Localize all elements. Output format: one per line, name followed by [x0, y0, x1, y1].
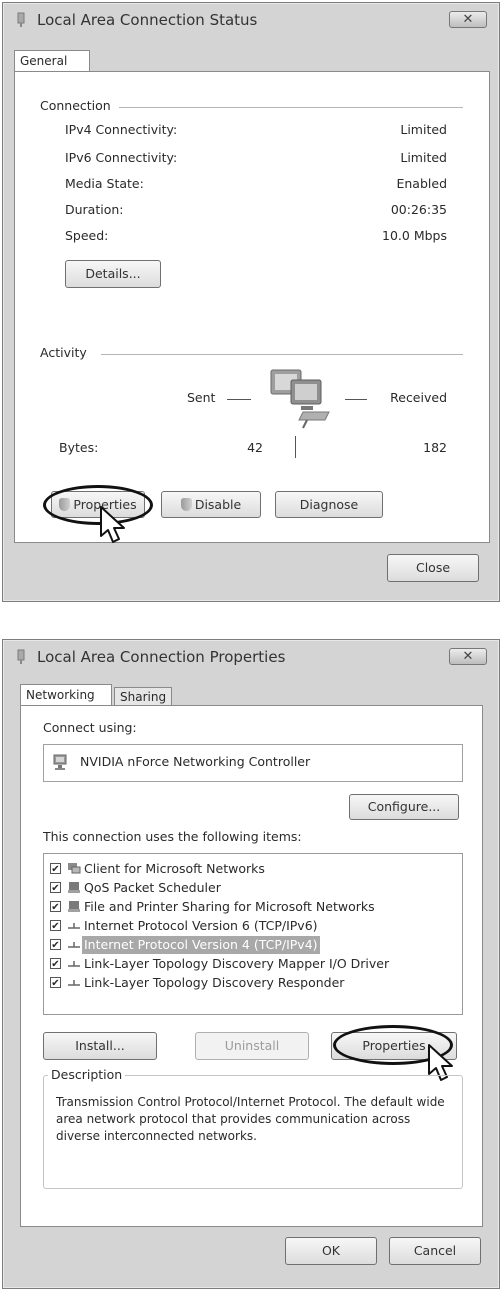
- ipv4-connectivity-label: IPv4 Connectivity:: [65, 122, 178, 137]
- ipv6-connectivity-label: IPv6 Connectivity:: [65, 150, 178, 165]
- description-group-label: Description: [48, 1067, 126, 1082]
- list-item-label: Link-Layer Topology Discovery Mapper I/O…: [84, 956, 390, 971]
- connection-group-label: Connection: [37, 98, 114, 113]
- list-item-label: QoS Packet Scheduler: [84, 880, 221, 895]
- network-adapter-icon: [53, 754, 67, 770]
- details-button[interactable]: Details...: [65, 260, 161, 288]
- ipv6-connectivity-value: Limited: [400, 150, 447, 165]
- install-button[interactable]: Install...: [43, 1032, 157, 1060]
- checkbox[interactable]: ✔: [50, 863, 61, 875]
- tab-networking[interactable]: Networking: [20, 684, 112, 706]
- bytes-label: Bytes:: [59, 440, 99, 455]
- connect-using-label: Connect using:: [43, 720, 137, 735]
- bytes-sent-value: 42: [247, 440, 263, 455]
- protocol-icon: [68, 923, 80, 929]
- status-titlebar: Local Area Connection Status ✕: [3, 3, 499, 37]
- description-group: Description Transmission Control Protoco…: [43, 1067, 463, 1189]
- checkbox[interactable]: ✔: [50, 901, 61, 913]
- service-icon: [68, 901, 80, 912]
- network-connection-icon: [17, 12, 25, 27]
- list-item-label-selected: Internet Protocol Version 4 (TCP/IPv4): [82, 936, 320, 954]
- diagnose-button[interactable]: Diagnose: [275, 491, 383, 518]
- adapter-name: NVIDIA nForce Networking Controller: [80, 754, 311, 769]
- items-label: This connection uses the following items…: [43, 829, 302, 844]
- status-close-icon[interactable]: ✕: [449, 11, 487, 28]
- list-item-label: Client for Microsoft Networks: [84, 861, 265, 876]
- tab-general[interactable]: General: [14, 50, 90, 72]
- duration-value: 00:26:35: [390, 202, 447, 217]
- sent-connector-line: [227, 399, 251, 400]
- properties-dialog-title: Local Area Connection Properties: [37, 648, 286, 666]
- media-state-value: Enabled: [396, 176, 447, 191]
- description-text: Transmission Control Protocol/Internet P…: [56, 1095, 445, 1143]
- components-list[interactable]: ✔ Client for Microsoft Networks ✔ QoS Pa…: [43, 853, 463, 1015]
- properties-close-icon[interactable]: ✕: [449, 648, 487, 665]
- received-connector-line: [345, 399, 367, 400]
- disable-label: Disable: [194, 497, 242, 512]
- speed-value: 10.0 Mbps: [382, 228, 447, 243]
- protocol-icon: [68, 942, 80, 948]
- duration-label: Duration:: [65, 202, 124, 217]
- checkbox[interactable]: ✔: [50, 882, 61, 894]
- adapter-field: NVIDIA nForce Networking Controller: [43, 744, 463, 782]
- cancel-button[interactable]: Cancel: [389, 1237, 481, 1265]
- bytes-received-value: 182: [423, 440, 447, 455]
- tab-sharing[interactable]: Sharing: [114, 687, 172, 706]
- checkbox[interactable]: ✔: [50, 920, 61, 932]
- bytes-divider: [295, 436, 296, 458]
- protocol-icon: [68, 961, 80, 967]
- received-label: Received: [390, 390, 447, 405]
- list-item-label: Link-Layer Topology Discovery Responder: [84, 975, 345, 990]
- uac-shield-icon: [180, 498, 192, 511]
- disable-button[interactable]: Disable: [161, 491, 261, 518]
- list-item-label: Internet Protocol Version 6 (TCP/IPv6): [84, 918, 318, 933]
- checkbox[interactable]: ✔: [50, 977, 61, 989]
- network-connection-icon: [17, 649, 25, 664]
- checkbox[interactable]: ✔: [50, 939, 61, 951]
- close-button[interactable]: Close: [387, 554, 479, 582]
- mouse-cursor-icon: [100, 506, 125, 543]
- media-state-label: Media State:: [65, 176, 144, 191]
- speed-label: Speed:: [65, 228, 109, 243]
- connection-group-divider: [119, 107, 463, 108]
- status-dialog-title: Local Area Connection Status: [37, 11, 258, 29]
- network-client-icon: [68, 863, 81, 874]
- ipv4-connectivity-value: Limited: [400, 122, 447, 137]
- properties-titlebar: Local Area Connection Properties ✕: [3, 640, 499, 674]
- uninstall-button[interactable]: Uninstall: [195, 1032, 309, 1060]
- service-icon: [68, 882, 80, 893]
- networking-panel: Connect using: NVIDIA nForce Networking …: [20, 705, 483, 1227]
- status-general-panel: Connection IPv4 Connectivity: Limited IP…: [14, 71, 490, 543]
- status-dialog: Local Area Connection Status ✕ General C…: [2, 2, 500, 602]
- checkbox[interactable]: ✔: [50, 958, 61, 970]
- ok-button[interactable]: OK: [285, 1237, 377, 1265]
- activity-group-divider: [101, 354, 463, 355]
- protocol-icon: [68, 980, 80, 986]
- configure-button[interactable]: Configure...: [349, 794, 459, 820]
- list-item-label: File and Printer Sharing for Microsoft N…: [84, 899, 375, 914]
- sent-label: Sent: [187, 390, 216, 405]
- properties-dialog: Local Area Connection Properties ✕ Netwo…: [2, 639, 500, 1289]
- network-computers-icon: [270, 369, 330, 429]
- activity-group-label: Activity: [37, 345, 90, 360]
